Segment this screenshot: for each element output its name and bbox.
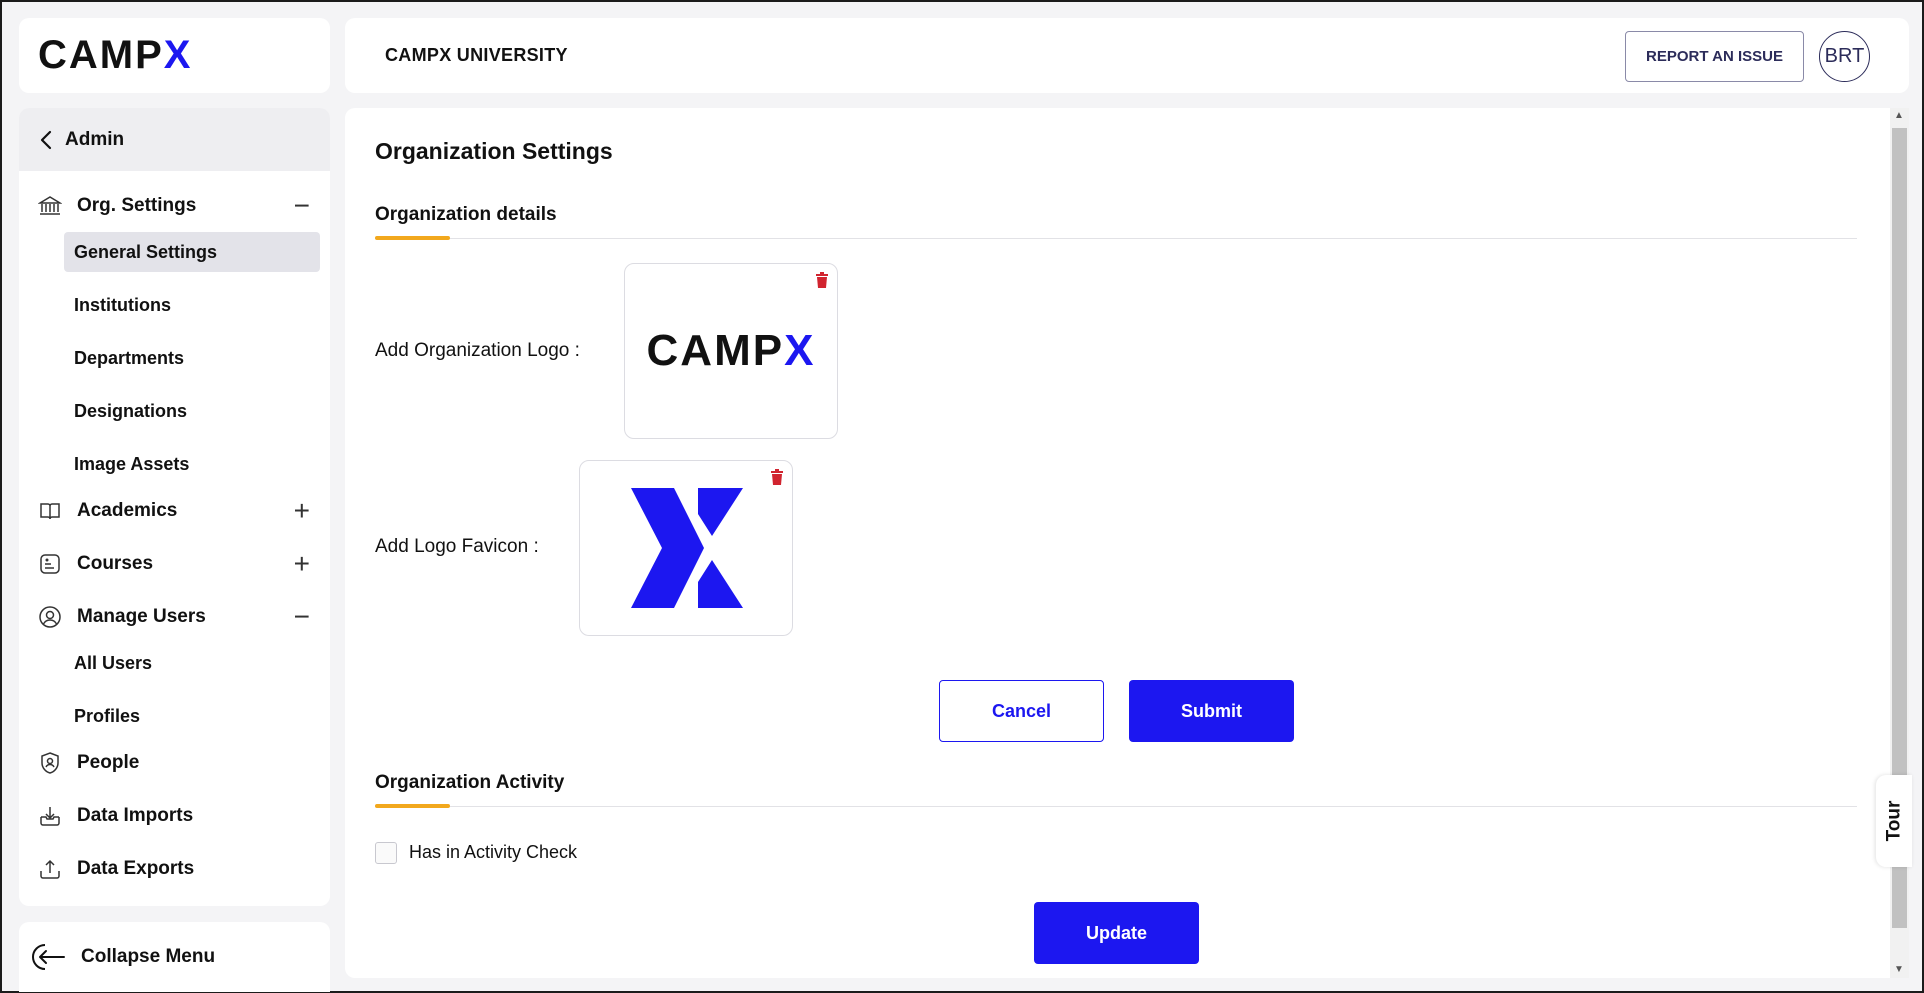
org-logo-x: X bbox=[784, 326, 816, 375]
book-icon bbox=[37, 498, 63, 524]
collapse-toggle-icon[interactable]: − bbox=[294, 191, 310, 220]
university-title: CAMPX UNIVERSITY bbox=[385, 45, 568, 65]
activity-check-checkbox[interactable] bbox=[375, 842, 397, 864]
collapse-toggle-icon[interactable]: − bbox=[294, 602, 310, 631]
nav-data-exports[interactable]: Data Exports bbox=[19, 842, 330, 895]
back-label: Admin bbox=[65, 128, 125, 150]
brand-logo-x: X bbox=[163, 33, 193, 77]
nav-academics[interactable]: Academics + bbox=[19, 484, 330, 537]
collapse-menu-button[interactable]: Collapse Menu bbox=[19, 922, 330, 992]
org-logo-upload[interactable]: CAMPX bbox=[624, 263, 838, 439]
nav-profiles[interactable]: Profiles bbox=[64, 696, 320, 736]
brand-logo-text: CAMP bbox=[38, 33, 164, 77]
scroll-down-arrow-icon[interactable]: ▼ bbox=[1894, 964, 1904, 975]
page-title: Organization Settings bbox=[375, 138, 613, 164]
tour-button[interactable]: Tour bbox=[1876, 775, 1912, 867]
nav-people[interactable]: People bbox=[19, 736, 330, 789]
top-header: CAMPX UNIVERSITY REPORT AN ISSUE BRT bbox=[345, 18, 1909, 93]
collapse-menu-label: Collapse Menu bbox=[81, 946, 216, 967]
nav-departments[interactable]: Departments bbox=[64, 338, 320, 378]
nav-image-assets[interactable]: Image Assets bbox=[64, 444, 320, 484]
org-logo-label: Add Organization Logo : bbox=[375, 340, 580, 361]
user-avatar[interactable]: BRT bbox=[1819, 31, 1870, 82]
favicon-x-logo bbox=[631, 488, 743, 608]
shield-user-icon bbox=[37, 750, 63, 776]
nav-courses[interactable]: Courses + bbox=[19, 537, 330, 590]
expand-toggle-icon[interactable]: + bbox=[294, 496, 310, 525]
download-tray-icon bbox=[37, 803, 63, 829]
chevron-left-icon bbox=[40, 130, 52, 149]
nav-institutions[interactable]: Institutions bbox=[64, 285, 320, 325]
nav-data-exports-label: Data Exports bbox=[77, 857, 195, 879]
section-divider bbox=[375, 806, 1857, 807]
nav-data-imports-label: Data Imports bbox=[77, 804, 194, 826]
brand-logo[interactable]: CAMPX bbox=[38, 33, 192, 78]
section-divider bbox=[375, 238, 1857, 239]
trash-icon[interactable] bbox=[815, 272, 829, 293]
activity-check-label: Has in Activity Check bbox=[409, 842, 578, 862]
org-logo-text: CAMP bbox=[646, 326, 785, 375]
org-logo-image: CAMPX bbox=[647, 326, 816, 376]
nav-designations[interactable]: Designations bbox=[64, 391, 320, 431]
bank-icon bbox=[37, 193, 63, 219]
back-to-admin[interactable]: Admin bbox=[19, 108, 330, 171]
upload-icon bbox=[37, 856, 63, 882]
submit-button[interactable]: Submit bbox=[1129, 680, 1294, 742]
course-icon bbox=[37, 551, 63, 577]
brand-logo-panel: CAMPX bbox=[19, 18, 330, 93]
collapse-arrow-icon bbox=[32, 944, 65, 970]
section-title-details: Organization details bbox=[375, 204, 557, 225]
nav-people-label: People bbox=[77, 751, 140, 773]
cancel-button[interactable]: Cancel bbox=[939, 680, 1104, 742]
sidebar: Admin Org. Settings − General Settings I… bbox=[19, 108, 330, 906]
favicon-label: Add Logo Favicon : bbox=[375, 536, 539, 557]
scroll-up-arrow-icon[interactable]: ▲ bbox=[1894, 110, 1904, 121]
section-underline bbox=[375, 236, 450, 240]
nav-org-settings-label: Org. Settings bbox=[77, 194, 197, 216]
tour-label: Tour bbox=[1883, 800, 1904, 842]
nav-org-settings[interactable]: Org. Settings − bbox=[19, 179, 330, 232]
expand-toggle-icon[interactable]: + bbox=[294, 549, 310, 578]
report-issue-button[interactable]: REPORT AN ISSUE bbox=[1625, 31, 1804, 82]
section-underline bbox=[375, 804, 450, 808]
nav-data-imports[interactable]: Data Imports bbox=[19, 789, 330, 842]
section-title-activity: Organization Activity bbox=[375, 772, 565, 793]
main-content: Organization Settings Organization detai… bbox=[345, 108, 1890, 978]
nav-all-users[interactable]: All Users bbox=[64, 643, 320, 683]
nav-general-settings[interactable]: General Settings bbox=[64, 232, 320, 272]
nav-courses-label: Courses bbox=[77, 552, 154, 574]
trash-icon[interactable] bbox=[770, 469, 784, 490]
nav-manage-users[interactable]: Manage Users − bbox=[19, 590, 330, 643]
user-circle-icon bbox=[37, 604, 63, 630]
update-button[interactable]: Update bbox=[1034, 902, 1199, 964]
nav-manage-users-label: Manage Users bbox=[77, 605, 206, 627]
nav-academics-label: Academics bbox=[77, 499, 178, 521]
favicon-upload[interactable] bbox=[579, 460, 793, 636]
